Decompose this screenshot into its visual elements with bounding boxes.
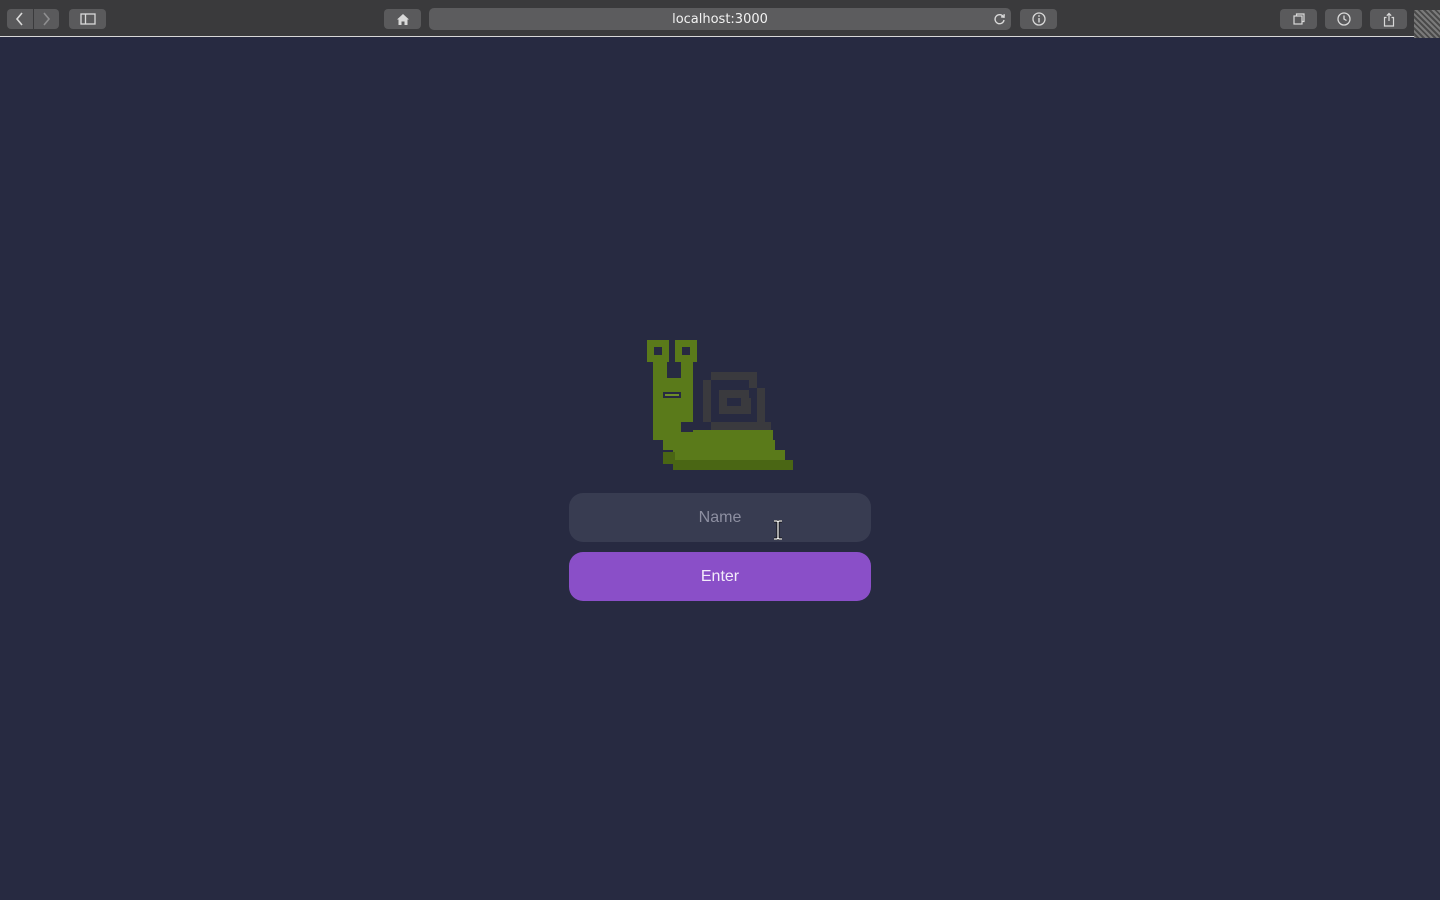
name-input[interactable] bbox=[569, 493, 871, 542]
tab-overview-button[interactable] bbox=[1280, 9, 1317, 29]
snail-logo bbox=[647, 340, 793, 470]
home-button[interactable] bbox=[384, 9, 421, 29]
text-cursor-icon bbox=[774, 520, 782, 540]
sidebar-icon bbox=[79, 13, 96, 25]
history-icon bbox=[1336, 12, 1351, 26]
nav-buttons bbox=[7, 9, 59, 29]
tab-overview-icon bbox=[1292, 13, 1305, 25]
enter-button[interactable]: Enter bbox=[569, 552, 871, 601]
reload-icon bbox=[993, 13, 1005, 24]
url-text: localhost:3000 bbox=[672, 11, 768, 27]
chevron-left-icon bbox=[15, 12, 23, 26]
browser-toolbar: localhost:3000 bbox=[0, 0, 1440, 38]
share-button[interactable] bbox=[1370, 9, 1407, 29]
forward-button[interactable] bbox=[33, 9, 59, 29]
back-button[interactable] bbox=[7, 9, 34, 29]
home-icon bbox=[396, 13, 409, 25]
address-bar[interactable]: localhost:3000 bbox=[429, 8, 1011, 30]
history-button[interactable] bbox=[1325, 9, 1362, 29]
chevron-right-icon bbox=[43, 12, 51, 26]
share-icon bbox=[1383, 12, 1394, 27]
info-button[interactable] bbox=[1020, 9, 1057, 29]
reload-button[interactable] bbox=[991, 11, 1007, 27]
window-resize-handle bbox=[1414, 10, 1440, 38]
sidebar-button[interactable] bbox=[69, 9, 106, 29]
info-icon bbox=[1031, 12, 1046, 26]
enter-button-label: Enter bbox=[700, 567, 740, 585]
